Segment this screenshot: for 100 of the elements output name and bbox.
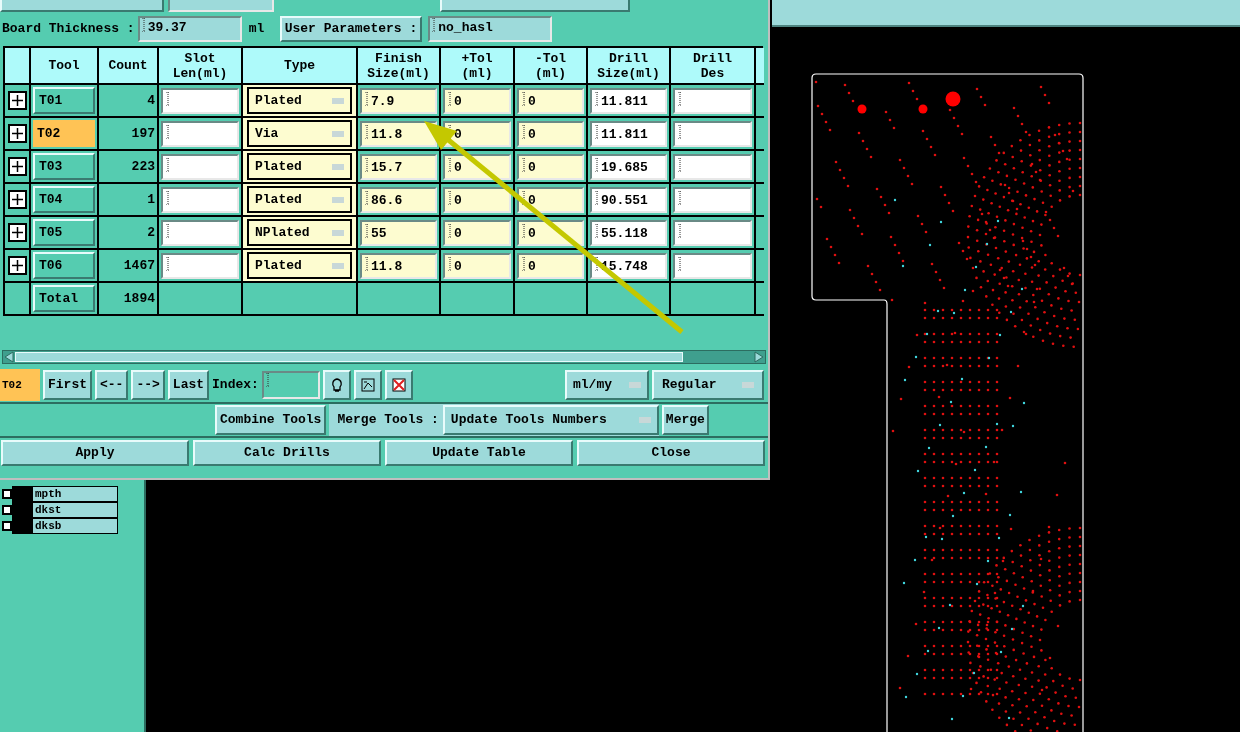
- total-button[interactable]: Total: [33, 285, 95, 312]
- minus-tolerance-field[interactable]: 0: [517, 153, 584, 180]
- drill-size-field[interactable]: 11.811: [590, 120, 667, 147]
- plus-tolerance-field[interactable]: 0: [443, 87, 511, 114]
- text-cursor-icon: [365, 256, 369, 271]
- drill-description-field[interactable]: [673, 252, 752, 279]
- navigation-button[interactable]: <--: [95, 370, 129, 400]
- plus-icon[interactable]: [7, 91, 27, 110]
- column-header: Slot Len(ml): [159, 48, 243, 85]
- text-cursor-icon: [595, 157, 599, 172]
- slot-length-field[interactable]: [161, 219, 239, 246]
- tool-button[interactable]: T05: [33, 219, 95, 246]
- combine-tools-button[interactable]: Combine Tools: [215, 405, 327, 435]
- drill-description-field[interactable]: [673, 87, 752, 114]
- text-cursor-icon: [448, 91, 452, 106]
- minus-tolerance-field[interactable]: 0: [517, 186, 584, 213]
- text-cursor-icon: [166, 256, 170, 271]
- text-cursor-icon: [365, 91, 369, 106]
- merge-option-dropdown[interactable]: Update Tools Numbers: [442, 405, 659, 435]
- type-dropdown[interactable]: Plated: [247, 153, 352, 180]
- checkbox[interactable]: [2, 521, 12, 531]
- tool-button[interactable]: T03: [33, 153, 95, 180]
- drill-description-field[interactable]: [673, 153, 752, 180]
- dropdown-indicator-icon: [332, 163, 344, 170]
- slot-length-field[interactable]: [161, 120, 239, 147]
- finish-size-field[interactable]: 55: [360, 219, 437, 246]
- finish-size-field[interactable]: 7.9: [360, 87, 437, 114]
- action-button[interactable]: Close: [577, 440, 765, 466]
- plus-icon[interactable]: [7, 223, 27, 242]
- layer-color-swatch: [12, 518, 32, 534]
- checkbox[interactable]: [2, 489, 12, 499]
- index-field[interactable]: [261, 371, 320, 399]
- column-header: -Tol (ml): [515, 48, 588, 85]
- scroll-right-icon[interactable]: [753, 351, 765, 363]
- action-button[interactable]: Update Table: [385, 440, 573, 466]
- slot-length-field[interactable]: [161, 252, 239, 279]
- slot-length-field[interactable]: [161, 186, 239, 213]
- drill-size-field[interactable]: 11.811: [590, 87, 667, 114]
- horizontal-scrollbar[interactable]: [2, 350, 766, 364]
- plus-tolerance-field[interactable]: 0: [443, 252, 511, 279]
- plus-icon[interactable]: [7, 256, 27, 275]
- plus-icon[interactable]: [7, 157, 27, 176]
- navigation-button[interactable]: First: [43, 370, 92, 400]
- type-dropdown[interactable]: Via: [247, 120, 352, 147]
- text-cursor-icon: [432, 18, 437, 32]
- action-button[interactable]: Apply: [1, 440, 189, 466]
- user-parameters-field[interactable]: no_hasl: [428, 16, 553, 42]
- board-thickness-field[interactable]: 39.37: [137, 16, 242, 42]
- slot-length-field[interactable]: [161, 153, 239, 180]
- type-dropdown[interactable]: Plated: [247, 252, 352, 279]
- layer-item[interactable]: dkst: [32, 502, 118, 518]
- dropdown-indicator-icon: [629, 382, 641, 388]
- finish-size-field[interactable]: 15.7: [360, 153, 437, 180]
- tool-button[interactable]: T06: [33, 252, 95, 279]
- slot-length-field[interactable]: [161, 87, 239, 114]
- user-parameters-button[interactable]: User Parameters :: [279, 16, 423, 42]
- drill-size-field[interactable]: 19.685: [590, 153, 667, 180]
- dropdown-indicator-icon: [332, 229, 344, 236]
- tool-button[interactable]: T02: [33, 120, 95, 147]
- finish-size-field[interactable]: 86.6: [360, 186, 437, 213]
- action-button[interactable]: Calc Drills: [193, 440, 381, 466]
- column-header: Drill Size(ml): [588, 48, 671, 85]
- plus-icon[interactable]: [7, 190, 27, 209]
- scroll-left-icon[interactable]: [3, 351, 15, 363]
- finish-size-field[interactable]: 11.8: [360, 252, 437, 279]
- navigation-button[interactable]: -->: [131, 370, 165, 400]
- drill-description-field[interactable]: [673, 120, 752, 147]
- plus-tolerance-field[interactable]: 0: [443, 219, 511, 246]
- plus-tolerance-field[interactable]: 0: [443, 186, 511, 213]
- plus-icon[interactable]: [7, 124, 27, 143]
- checkbox[interactable]: [2, 505, 12, 515]
- current-tool-label: T02: [0, 369, 40, 401]
- text-cursor-icon: [141, 18, 146, 32]
- tool-button[interactable]: T01: [33, 87, 95, 114]
- minus-tolerance-field[interactable]: 0: [517, 120, 584, 147]
- type-dropdown[interactable]: NPlated: [247, 219, 352, 246]
- text-cursor-icon: [166, 223, 170, 238]
- text-cursor-icon: [522, 124, 526, 139]
- type-dropdown[interactable]: Plated: [247, 87, 352, 114]
- navigation-button[interactable]: Last: [167, 370, 210, 400]
- text-cursor-icon: [595, 190, 599, 205]
- units-dropdown[interactable]: ml/my: [565, 370, 649, 400]
- mode-dropdown[interactable]: Regular: [652, 370, 764, 400]
- drill-size-field[interactable]: 90.551: [590, 186, 667, 213]
- minus-tolerance-field[interactable]: 0: [517, 252, 584, 279]
- finish-size-field[interactable]: 11.8: [360, 120, 437, 147]
- type-dropdown[interactable]: Plated: [247, 186, 352, 213]
- layer-item[interactable]: dksb: [32, 518, 118, 534]
- graph-icon[interactable]: [353, 370, 382, 400]
- column-header: Count: [99, 48, 159, 85]
- drill-description-field[interactable]: [673, 219, 752, 246]
- drill-description-field[interactable]: [673, 186, 752, 213]
- layer-item[interactable]: mpth: [32, 486, 118, 502]
- minus-tolerance-field[interactable]: 0: [517, 87, 584, 114]
- tool-button[interactable]: T04: [33, 186, 95, 213]
- bulb-icon[interactable]: [322, 370, 351, 400]
- delete-icon[interactable]: [384, 370, 413, 400]
- drill-size-field[interactable]: 55.118: [590, 219, 667, 246]
- merge-button[interactable]: Merge: [661, 405, 709, 435]
- text-cursor-icon: [522, 190, 526, 205]
